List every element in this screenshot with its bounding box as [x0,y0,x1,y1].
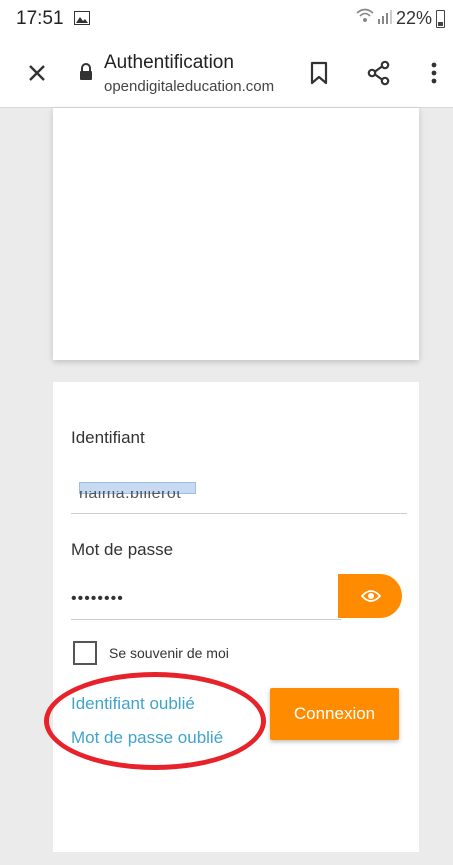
battery-icon [436,9,445,28]
password-input[interactable] [71,578,341,620]
remember-me-toggle[interactable]: Se souvenir de moi [73,641,229,665]
lock-icon [79,63,93,81]
login-form-card: Identifiant naima.billerot Mot de passe … [53,382,419,852]
eye-icon [361,590,381,602]
identifier-highlight [79,482,196,494]
browser-toolbar: Authentification opendigitaleducation.co… [0,36,453,108]
battery-text: 22% [395,8,432,28]
remember-me-label: Se souvenir de moi [109,645,229,661]
bookmark-icon[interactable] [306,58,332,88]
close-icon[interactable] [22,58,52,88]
status-right: 22% [356,8,445,29]
status-time: 17:51 [16,8,64,29]
image-icon [74,11,90,25]
signal-icon [377,8,392,29]
identifier-label: Identifiant [71,428,145,447]
connect-button[interactable]: Connexion [270,688,399,740]
more-vert-icon[interactable] [422,58,446,88]
password-label: Mot de passe [71,540,174,559]
page-url[interactable]: opendigitaleducation.com [104,78,282,95]
show-password-button[interactable] [338,574,402,618]
forgot-identifier-link[interactable]: Identifiant oublié [71,694,195,714]
forgot-password-link[interactable]: Mot de passe oublié [71,728,223,748]
page-title: Authentification [104,52,234,73]
status-bar: 17:51 22% [0,0,453,36]
share-icon[interactable] [364,58,394,88]
logo-card [53,108,419,360]
wifi-icon [356,8,374,29]
remember-me-checkbox[interactable] [73,641,97,665]
